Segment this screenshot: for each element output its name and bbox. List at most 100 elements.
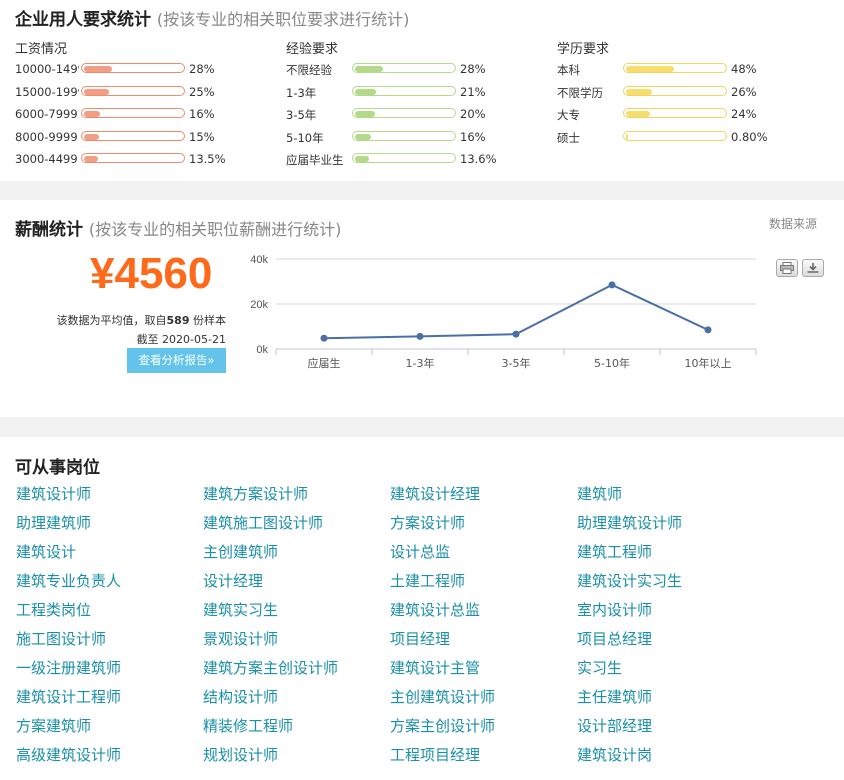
- position-link[interactable]: 土建工程师: [390, 570, 577, 599]
- stat-bar-fill: [626, 88, 652, 95]
- x-tick-label: 5-10年: [594, 356, 630, 370]
- stat-bar: [352, 85, 456, 96]
- data-point: [512, 330, 520, 338]
- position-link[interactable]: 主创建筑师: [203, 541, 390, 570]
- stat-label: 本科: [557, 63, 580, 77]
- stat-bar: [81, 63, 185, 73]
- position-link[interactable]: 实习生: [577, 657, 764, 686]
- education-heading: 学历要求: [557, 42, 610, 57]
- position-link[interactable]: 项目总经理: [577, 628, 764, 657]
- position-link[interactable]: 结构设计师: [203, 686, 390, 715]
- position-link[interactable]: 建筑专业负责人: [16, 570, 203, 599]
- stat-row: 本科 48%: [557, 58, 827, 81]
- position-link[interactable]: 建筑方案设计师: [203, 483, 390, 512]
- stat-row: 8000-9999 15%: [15, 126, 285, 149]
- stat-bar: [352, 153, 456, 163]
- stat-row: 10000-14999 28%: [15, 58, 285, 81]
- position-link[interactable]: 一级注册建筑师: [16, 657, 203, 686]
- stat-row: 不限经验 28%: [286, 58, 556, 81]
- stat-bar-fill: [355, 66, 383, 72]
- stat-label: 1-3年: [286, 85, 317, 100]
- stat-label: 大专: [557, 108, 580, 122]
- position-link[interactable]: 助理建筑设计师: [577, 512, 764, 541]
- positions-panel: 可从事岗位 建筑设计师 建筑方案设计师 建筑设计经理 建筑师助理建筑师 建筑施工图设计师…: [0, 437, 844, 780]
- stat-bar: [623, 63, 727, 73]
- stat-percent: 16%: [460, 129, 486, 144]
- average-salary: ¥4560: [90, 249, 213, 298]
- stat-bar-fill: [355, 156, 369, 162]
- y-tick-label: 20k: [250, 299, 268, 311]
- stat-label: 15000-19999: [15, 84, 79, 99]
- requirements-title: 企业用人要求统计 (按该专业的相关职位要求进行统计): [15, 5, 409, 30]
- stat-percent: 24%: [731, 107, 757, 121]
- stat-bar: [352, 63, 456, 73]
- print-button[interactable]: [776, 259, 798, 277]
- stat-row: 5-10年 16%: [286, 126, 556, 149]
- stat-bar: [81, 130, 185, 141]
- position-link[interactable]: 建筑设计师: [16, 483, 203, 512]
- stat-percent: 13.5%: [189, 152, 226, 166]
- position-link[interactable]: 精装修工程师: [203, 715, 390, 744]
- requirements-title-text: 企业用人要求统计: [15, 10, 151, 30]
- stat-percent: 16%: [189, 107, 215, 121]
- position-link[interactable]: 设计经理: [203, 570, 390, 599]
- position-link[interactable]: 建筑师: [577, 483, 764, 512]
- position-link[interactable]: 规划设计师: [203, 744, 390, 773]
- position-link[interactable]: 施工图设计师: [16, 628, 203, 657]
- stat-percent: 21%: [460, 84, 486, 99]
- stat-percent: 28%: [460, 62, 486, 76]
- date-line: 截至 2020-05-21: [136, 333, 226, 346]
- position-link[interactable]: 方案主创设计师: [390, 715, 577, 744]
- stat-label: 应届毕业生: [286, 153, 344, 167]
- stat-bar: [352, 130, 456, 141]
- stat-bar-fill: [355, 111, 375, 117]
- position-link[interactable]: 建筑设计总监: [390, 599, 577, 628]
- stat-percent: 13.6%: [460, 152, 497, 166]
- position-link[interactable]: 助理建筑师: [16, 512, 203, 541]
- salary-title: 薪酬统计 (按该专业的相关职位薪酬进行统计): [15, 215, 341, 240]
- position-link[interactable]: 方案建筑师: [16, 715, 203, 744]
- position-link[interactable]: 主创建筑设计师: [390, 686, 577, 715]
- data-source-link[interactable]: 数据来源: [769, 215, 817, 232]
- position-link[interactable]: 高级建筑设计师: [16, 744, 203, 773]
- stat-percent: 26%: [731, 84, 757, 99]
- stat-label: 不限学历: [557, 85, 603, 100]
- x-tick-label: 3-5年: [502, 356, 531, 370]
- position-link[interactable]: 建筑设计岗: [577, 744, 764, 773]
- stat-row: 3000-4499 13.5%: [15, 148, 285, 171]
- position-link[interactable]: 建筑设计经理: [390, 483, 577, 512]
- position-link[interactable]: 设计总监: [390, 541, 577, 570]
- positions-title: 可从事岗位: [15, 458, 100, 478]
- stat-bar-fill: [355, 133, 371, 140]
- x-tick-label: 1-3年: [406, 356, 435, 370]
- position-link[interactable]: 建筑设计: [16, 541, 203, 570]
- download-icon: [807, 263, 819, 273]
- data-point: [608, 281, 616, 289]
- position-link[interactable]: 方案设计师: [390, 512, 577, 541]
- requirements-panel: 企业用人要求统计 (按该专业的相关职位要求进行统计) 工资情况 10000-14…: [0, 0, 844, 181]
- position-link[interactable]: 主任建筑师: [577, 686, 764, 715]
- stat-row: 应届毕业生 13.6%: [286, 148, 556, 171]
- stat-bar: [623, 108, 727, 118]
- position-link[interactable]: 建筑设计工程师: [16, 686, 203, 715]
- stat-label: 10000-14999: [15, 62, 79, 76]
- stat-percent: 0.80%: [731, 129, 768, 144]
- position-link[interactable]: 景观设计师: [203, 628, 390, 657]
- stat-bar: [352, 108, 456, 118]
- experience-requirements: 经验要求 不限经验 28% 1-3年 21% 3-5年 20% 5-10年 16% 应届毕业生 1…: [286, 38, 556, 171]
- position-link[interactable]: 项目经理: [390, 628, 577, 657]
- position-link[interactable]: 建筑设计实习生: [577, 570, 764, 599]
- position-link[interactable]: 工程项目经理: [390, 744, 577, 773]
- stat-bar: [81, 85, 185, 96]
- position-link[interactable]: 建筑工程师: [577, 541, 764, 570]
- download-button[interactable]: [802, 259, 824, 277]
- position-link[interactable]: 建筑设计主管: [390, 657, 577, 686]
- position-link[interactable]: 建筑方案主创设计师: [203, 657, 390, 686]
- view-report-button[interactable]: 查看分析报告»: [127, 348, 226, 373]
- position-link[interactable]: 建筑实习生: [203, 599, 390, 628]
- position-link[interactable]: 建筑施工图设计师: [203, 512, 390, 541]
- position-link[interactable]: 设计部经理: [577, 715, 764, 744]
- position-link[interactable]: 室内设计师: [577, 599, 764, 628]
- stat-row: 1-3年 21%: [286, 81, 556, 104]
- position-link[interactable]: 工程类岗位: [16, 599, 203, 628]
